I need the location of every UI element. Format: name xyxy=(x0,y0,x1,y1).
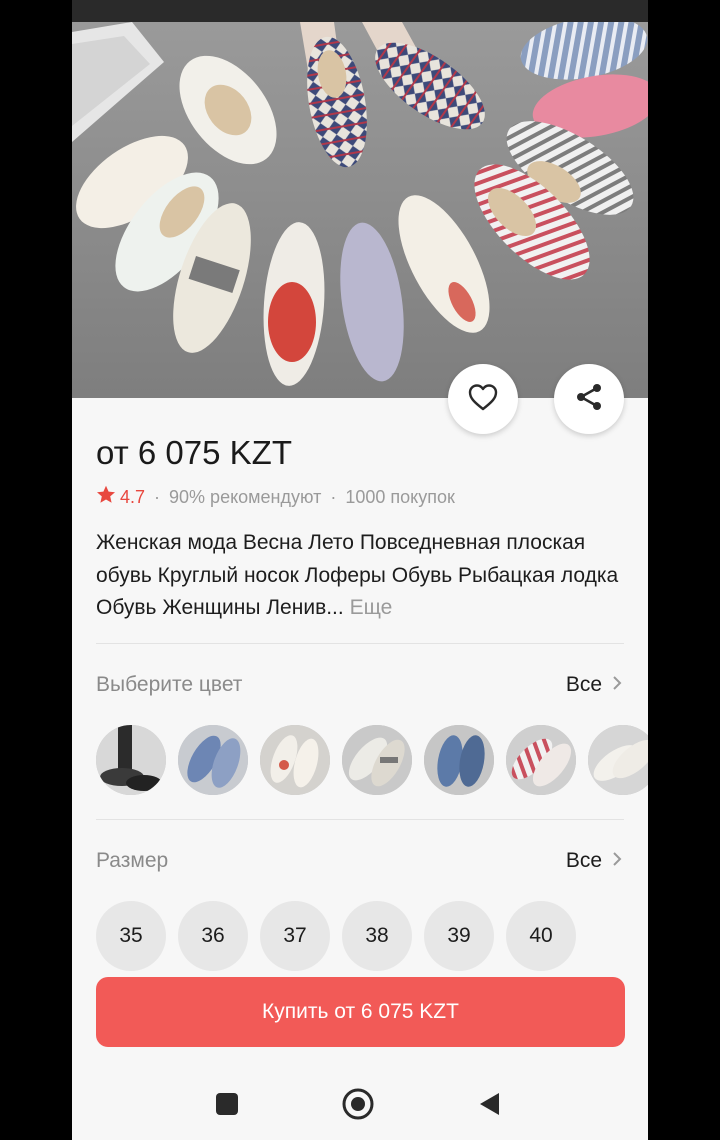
nav-home-button[interactable] xyxy=(338,1088,378,1122)
triangle-back-icon xyxy=(477,1091,501,1122)
favorite-button[interactable] xyxy=(448,364,518,434)
colors-all-link[interactable]: Все xyxy=(566,673,622,697)
product-meta: 4.7 · 90% рекомендуют · 1000 покупок xyxy=(96,485,455,509)
nav-back-button[interactable] xyxy=(469,1090,509,1122)
size-option-38[interactable]: 38 xyxy=(342,901,412,971)
divider xyxy=(96,819,624,820)
nav-recents-button[interactable] xyxy=(207,1090,247,1122)
product-price: от 6 075 KZT xyxy=(96,434,292,471)
color-swatch[interactable] xyxy=(506,725,576,795)
color-swatch[interactable] xyxy=(260,725,330,795)
color-section-label: Выберите цвет xyxy=(96,673,243,696)
purchases-text: 1000 покупок xyxy=(345,486,455,507)
recommend-text: 90% рекомендуют xyxy=(169,486,322,507)
sizes-all-link[interactable]: Все xyxy=(566,849,622,873)
sizes-all-label: Все xyxy=(565,849,602,872)
heart-icon xyxy=(468,383,498,416)
color-swatch[interactable] xyxy=(424,725,494,795)
size-option-39[interactable]: 39 xyxy=(424,901,494,971)
more-link[interactable]: Еще xyxy=(350,596,393,619)
product-photo-illustration xyxy=(72,22,648,398)
divider xyxy=(96,643,624,644)
separator: · xyxy=(154,486,161,507)
size-option-36[interactable]: 36 xyxy=(178,901,248,971)
color-options xyxy=(96,725,648,797)
circle-icon xyxy=(341,1087,375,1126)
star-icon xyxy=(96,485,116,509)
size-section-label: Размер xyxy=(96,849,169,872)
color-swatch[interactable] xyxy=(96,725,166,795)
buy-button[interactable]: Купить от 6 075 KZT xyxy=(96,977,625,1047)
size-option-40[interactable]: 40 xyxy=(506,901,576,971)
product-image[interactable] xyxy=(72,22,648,398)
size-option-37[interactable]: 37 xyxy=(260,901,330,971)
colors-all-label: Все xyxy=(565,673,602,696)
system-nav-bar xyxy=(72,1060,648,1140)
square-icon xyxy=(215,1092,239,1121)
separator: · xyxy=(330,486,337,507)
rating-value: 4.7 xyxy=(120,486,146,507)
color-swatch[interactable] xyxy=(588,725,648,795)
chevron-right-icon xyxy=(612,673,622,697)
share-icon xyxy=(574,382,604,417)
product-screen: от 6 075 KZT 4.7 · 90% рекомендуют · 100… xyxy=(72,0,648,1140)
size-option-35[interactable]: 35 xyxy=(96,901,166,971)
status-bar xyxy=(72,0,648,22)
product-description[interactable]: Женская мода Весна Лето Повседневная пло… xyxy=(96,527,626,625)
share-button[interactable] xyxy=(554,364,624,434)
chevron-right-icon xyxy=(612,849,622,873)
color-swatch[interactable] xyxy=(178,725,248,795)
color-swatch[interactable] xyxy=(342,725,412,795)
